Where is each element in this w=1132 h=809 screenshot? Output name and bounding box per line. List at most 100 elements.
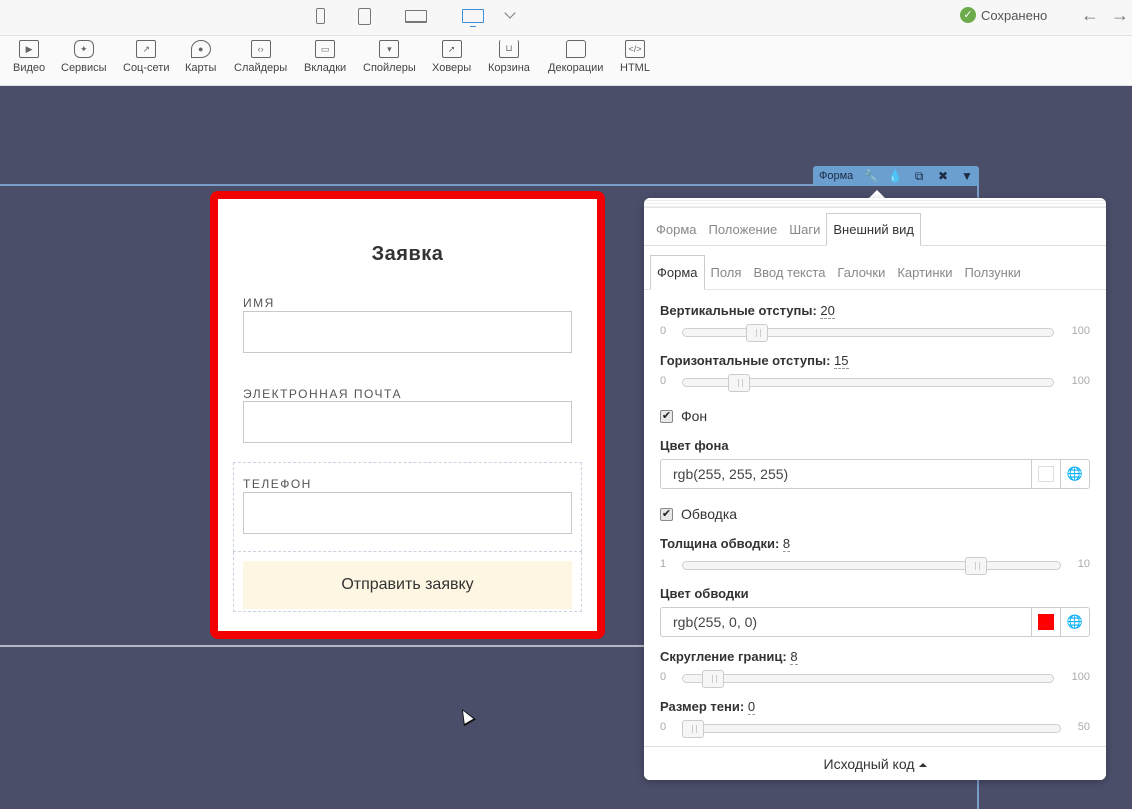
- shadow-size-slider[interactable]: 0 50: [660, 720, 1090, 738]
- globe-icon[interactable]: 🌐: [1060, 460, 1089, 488]
- tool-video[interactable]: ▶ Видео: [13, 40, 45, 74]
- slider-max: 50: [1077, 721, 1090, 733]
- caret-up-icon: [918, 763, 927, 768]
- email-input[interactable]: [243, 401, 572, 443]
- horizontal-padding-slider[interactable]: 0 100: [660, 374, 1090, 392]
- slider-track[interactable]: [682, 557, 1061, 575]
- border-radius-value[interactable]: 8: [790, 649, 798, 665]
- globe-icon[interactable]: 🌐: [1060, 608, 1089, 636]
- panel-drag-handle[interactable]: [644, 198, 1106, 208]
- slider-min: 0: [660, 325, 667, 337]
- tab-appearance[interactable]: Внешний вид: [826, 213, 921, 246]
- speech-bubble-icon: [565, 40, 586, 58]
- panel-tabs: Форма Положение Шаги Внешний вид: [644, 208, 1106, 246]
- phone-input[interactable]: [243, 492, 572, 534]
- tool-social[interactable]: ↗ Соц-сети: [123, 40, 169, 74]
- background-checkbox-label: Фон: [681, 408, 708, 424]
- check-circle-icon: ✓: [960, 7, 976, 23]
- slider-handle[interactable]: [965, 557, 988, 575]
- widget-toolbar: ▶ Видео ✦ Сервисы ↗ Соц-сети ● Карты ‹› …: [0, 36, 1132, 86]
- tab-steps[interactable]: Шаги: [783, 222, 826, 245]
- shadow-size-value[interactable]: 0: [747, 699, 756, 715]
- name-label: ИМЯ: [243, 296, 275, 310]
- wrench-icon[interactable]: 🔧: [859, 169, 883, 183]
- border-width-value[interactable]: 8: [782, 536, 791, 552]
- tool-sliders[interactable]: ‹› Слайдеры: [234, 40, 287, 74]
- slider-track[interactable]: [682, 670, 1054, 688]
- slider-track[interactable]: [682, 374, 1054, 392]
- drop-icon[interactable]: 💧: [883, 169, 907, 183]
- mouse-cursor-icon: [455, 705, 477, 727]
- undo-arrow-icon[interactable]: ←: [1079, 5, 1101, 25]
- phone-view-icon[interactable]: [308, 6, 332, 26]
- border-checkbox[interactable]: ✔: [660, 507, 673, 521]
- subtab-checkboxes[interactable]: Галочки: [831, 265, 891, 289]
- slider-handle[interactable]: [727, 374, 750, 392]
- tool-decorations[interactable]: Декорации: [548, 40, 603, 74]
- slider-track[interactable]: [682, 720, 1061, 738]
- tool-label: Спойлеры: [363, 62, 416, 74]
- slider-max: 100: [1071, 375, 1090, 387]
- laptop-view-icon[interactable]: [404, 6, 428, 26]
- slider-handle[interactable]: [701, 670, 724, 688]
- border-toggle[interactable]: ✔ Обводка: [660, 506, 737, 522]
- tab-form[interactable]: Форма: [650, 222, 703, 245]
- slider-min: 1: [660, 558, 667, 570]
- subtab-sliders[interactable]: Ползунки: [958, 265, 1026, 289]
- tablet-view-icon[interactable]: [352, 6, 376, 26]
- settings-panel: Форма Положение Шаги Внешний вид Форма П…: [644, 198, 1106, 780]
- border-color-swatch: [1038, 614, 1054, 630]
- tool-maps[interactable]: ● Карты: [185, 40, 216, 74]
- submit-button[interactable]: Отправить заявку: [243, 561, 572, 609]
- slider-handle[interactable]: [746, 324, 768, 342]
- border-width-slider[interactable]: 1 10: [660, 557, 1090, 575]
- vertical-padding-slider[interactable]: 0 100: [660, 324, 1090, 342]
- caret-down-icon[interactable]: ▼: [955, 169, 979, 183]
- subtab-fields[interactable]: Поля: [705, 265, 748, 289]
- form-widget-toolbar: Форма 🔧 💧 ⧉ ✖ ▼: [813, 166, 979, 186]
- copy-icon[interactable]: ⧉: [907, 169, 931, 184]
- slider-min: 0: [660, 721, 667, 733]
- background-color-swatch: [1038, 466, 1054, 482]
- border-radius-slider[interactable]: 0 100: [660, 670, 1090, 688]
- border-radius-label: Скругление границ: [660, 649, 783, 664]
- background-color-field[interactable]: rgb(255, 255, 255) 🌐: [660, 459, 1090, 489]
- background-color-swatch-button[interactable]: [1031, 460, 1060, 488]
- tool-label: Корзина: [488, 62, 530, 74]
- tab-position[interactable]: Положение: [703, 222, 784, 245]
- border-color-swatch-button[interactable]: [1031, 608, 1060, 636]
- chevron-down-icon[interactable]: [504, 7, 516, 19]
- background-color-value[interactable]: rgb(255, 255, 255): [661, 460, 1031, 488]
- subtab-text-input[interactable]: Ввод текста: [747, 265, 831, 289]
- close-icon[interactable]: ✖: [931, 169, 955, 183]
- vertical-padding-value[interactable]: 20: [820, 303, 835, 319]
- tool-cart[interactable]: ⊔ Корзина: [488, 40, 530, 74]
- tool-html[interactable]: </> HTML: [620, 40, 650, 74]
- border-checkbox-label: Обводка: [681, 506, 738, 522]
- desktop-view-icon[interactable]: [461, 6, 485, 27]
- tool-tabs[interactable]: ▭ Вкладки: [304, 40, 346, 74]
- top-bar: ✓ Сохранено ← →: [0, 0, 1132, 36]
- tool-label: Карты: [185, 62, 217, 74]
- background-toggle[interactable]: ✔ Фон: [660, 408, 707, 424]
- border-color-value[interactable]: rgb(255, 0, 0): [661, 608, 1031, 636]
- slider-track[interactable]: [682, 324, 1054, 342]
- tool-hovers[interactable]: ➚ Ховеры: [432, 40, 471, 74]
- slider-handle[interactable]: [682, 720, 704, 738]
- tool-spoilers[interactable]: ▾ Спойлеры: [363, 40, 416, 74]
- panel-subtabs: Форма Поля Ввод текста Галочки Картинки …: [644, 246, 1106, 290]
- border-color-field[interactable]: rgb(255, 0, 0) 🌐: [660, 607, 1090, 637]
- tool-label: HTML: [620, 62, 650, 74]
- form-card[interactable]: Заявка ИМЯ ЭЛЕКТРОННАЯ ПОЧТА ТЕЛЕФОН Отп…: [210, 191, 605, 639]
- redo-arrow-icon[interactable]: →: [1109, 5, 1131, 25]
- source-code-toggle[interactable]: Исходный код: [644, 746, 1106, 780]
- horizontal-padding-value[interactable]: 15: [834, 353, 849, 369]
- name-input[interactable]: [243, 311, 572, 353]
- background-checkbox[interactable]: ✔: [660, 409, 673, 423]
- border-color-title: Цвет обводки: [660, 586, 749, 601]
- subtab-form[interactable]: Форма: [650, 255, 705, 290]
- tool-services[interactable]: ✦ Сервисы: [61, 40, 107, 74]
- subtab-images[interactable]: Картинки: [891, 265, 958, 289]
- saved-status: ✓ Сохранено: [960, 7, 1047, 23]
- horizontal-padding-title: Горизонтальные отступы: 15: [660, 353, 849, 369]
